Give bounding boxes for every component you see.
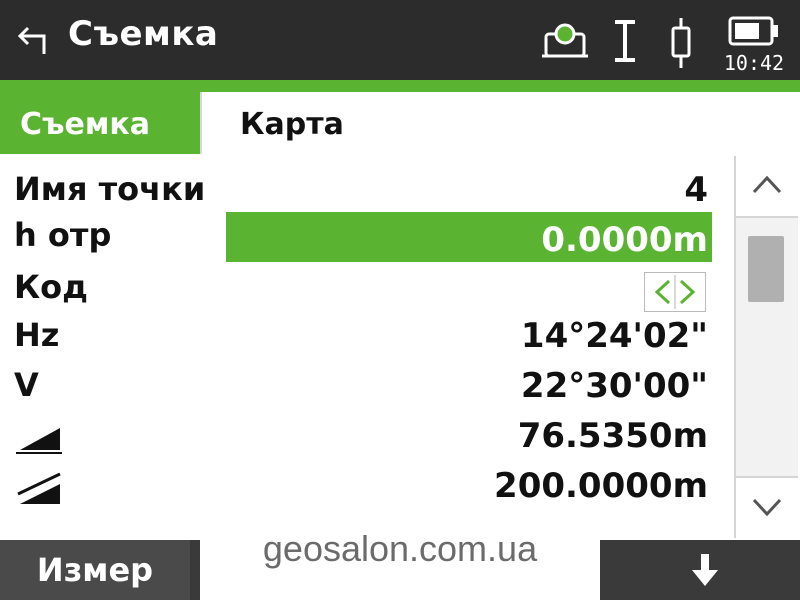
point-name-value: 4 xyxy=(684,170,708,210)
field-row-slope-distance: 76.5350m xyxy=(0,412,730,462)
field-label: Код xyxy=(14,268,88,306)
slope-distance-icon xyxy=(16,428,62,454)
clock: 10:42 xyxy=(723,51,785,75)
page-down-softkey[interactable] xyxy=(650,540,760,600)
tab-map[interactable]: Карта xyxy=(220,92,364,154)
reflector-height-input[interactable]: 0.0000m xyxy=(226,212,712,262)
back-arrow-icon[interactable] xyxy=(16,22,50,56)
text-cursor-icon xyxy=(615,20,635,62)
horizontal-distance-value: 200.0000m xyxy=(494,466,708,506)
code-selector[interactable] xyxy=(644,272,706,312)
horizontal-distance-icon xyxy=(17,472,61,504)
field-row-reflector-height[interactable]: h отр 0.0000m xyxy=(0,212,730,262)
field-label: Имя точки xyxy=(14,170,206,208)
field-row-point-name[interactable]: Имя точки 4 xyxy=(0,166,730,216)
scroll-thumb[interactable] xyxy=(748,236,784,302)
hz-angle-value: 14°24'02" xyxy=(520,316,708,356)
arrow-down-icon xyxy=(692,554,718,586)
title-bar: Съемка 10:42 xyxy=(0,0,800,80)
field-label: h отр xyxy=(14,216,112,254)
prism-target-icon xyxy=(542,23,588,58)
scroll-down-button[interactable] xyxy=(736,476,798,538)
accent-strip xyxy=(0,80,800,92)
v-angle-value: 22°30'00" xyxy=(520,366,708,406)
slope-distance-value: 76.5350m xyxy=(517,416,708,456)
scrollbar[interactable] xyxy=(734,156,798,538)
battery-icon xyxy=(728,16,778,46)
field-row-hz: Hz 14°24'02" xyxy=(0,312,730,362)
watermark: geosalon.com.ua xyxy=(200,503,600,600)
scroll-up-button[interactable] xyxy=(736,156,798,218)
field-label: V xyxy=(14,366,39,404)
measure-softkey[interactable]: Измер xyxy=(0,540,190,600)
field-label: Hz xyxy=(14,316,60,354)
reflector-prism-icon xyxy=(671,18,691,68)
tab-divider xyxy=(200,92,202,154)
page-title: Съемка xyxy=(68,14,219,54)
survey-fields: Имя точки 4 h отр 0.0000m Код Hz 14°24'0… xyxy=(0,160,730,530)
tab-bar: Съемка Карта xyxy=(0,92,800,154)
field-row-code[interactable]: Код xyxy=(0,264,730,314)
field-row-v: V 22°30'00" xyxy=(0,362,730,412)
tab-survey[interactable]: Съемка xyxy=(0,92,200,154)
